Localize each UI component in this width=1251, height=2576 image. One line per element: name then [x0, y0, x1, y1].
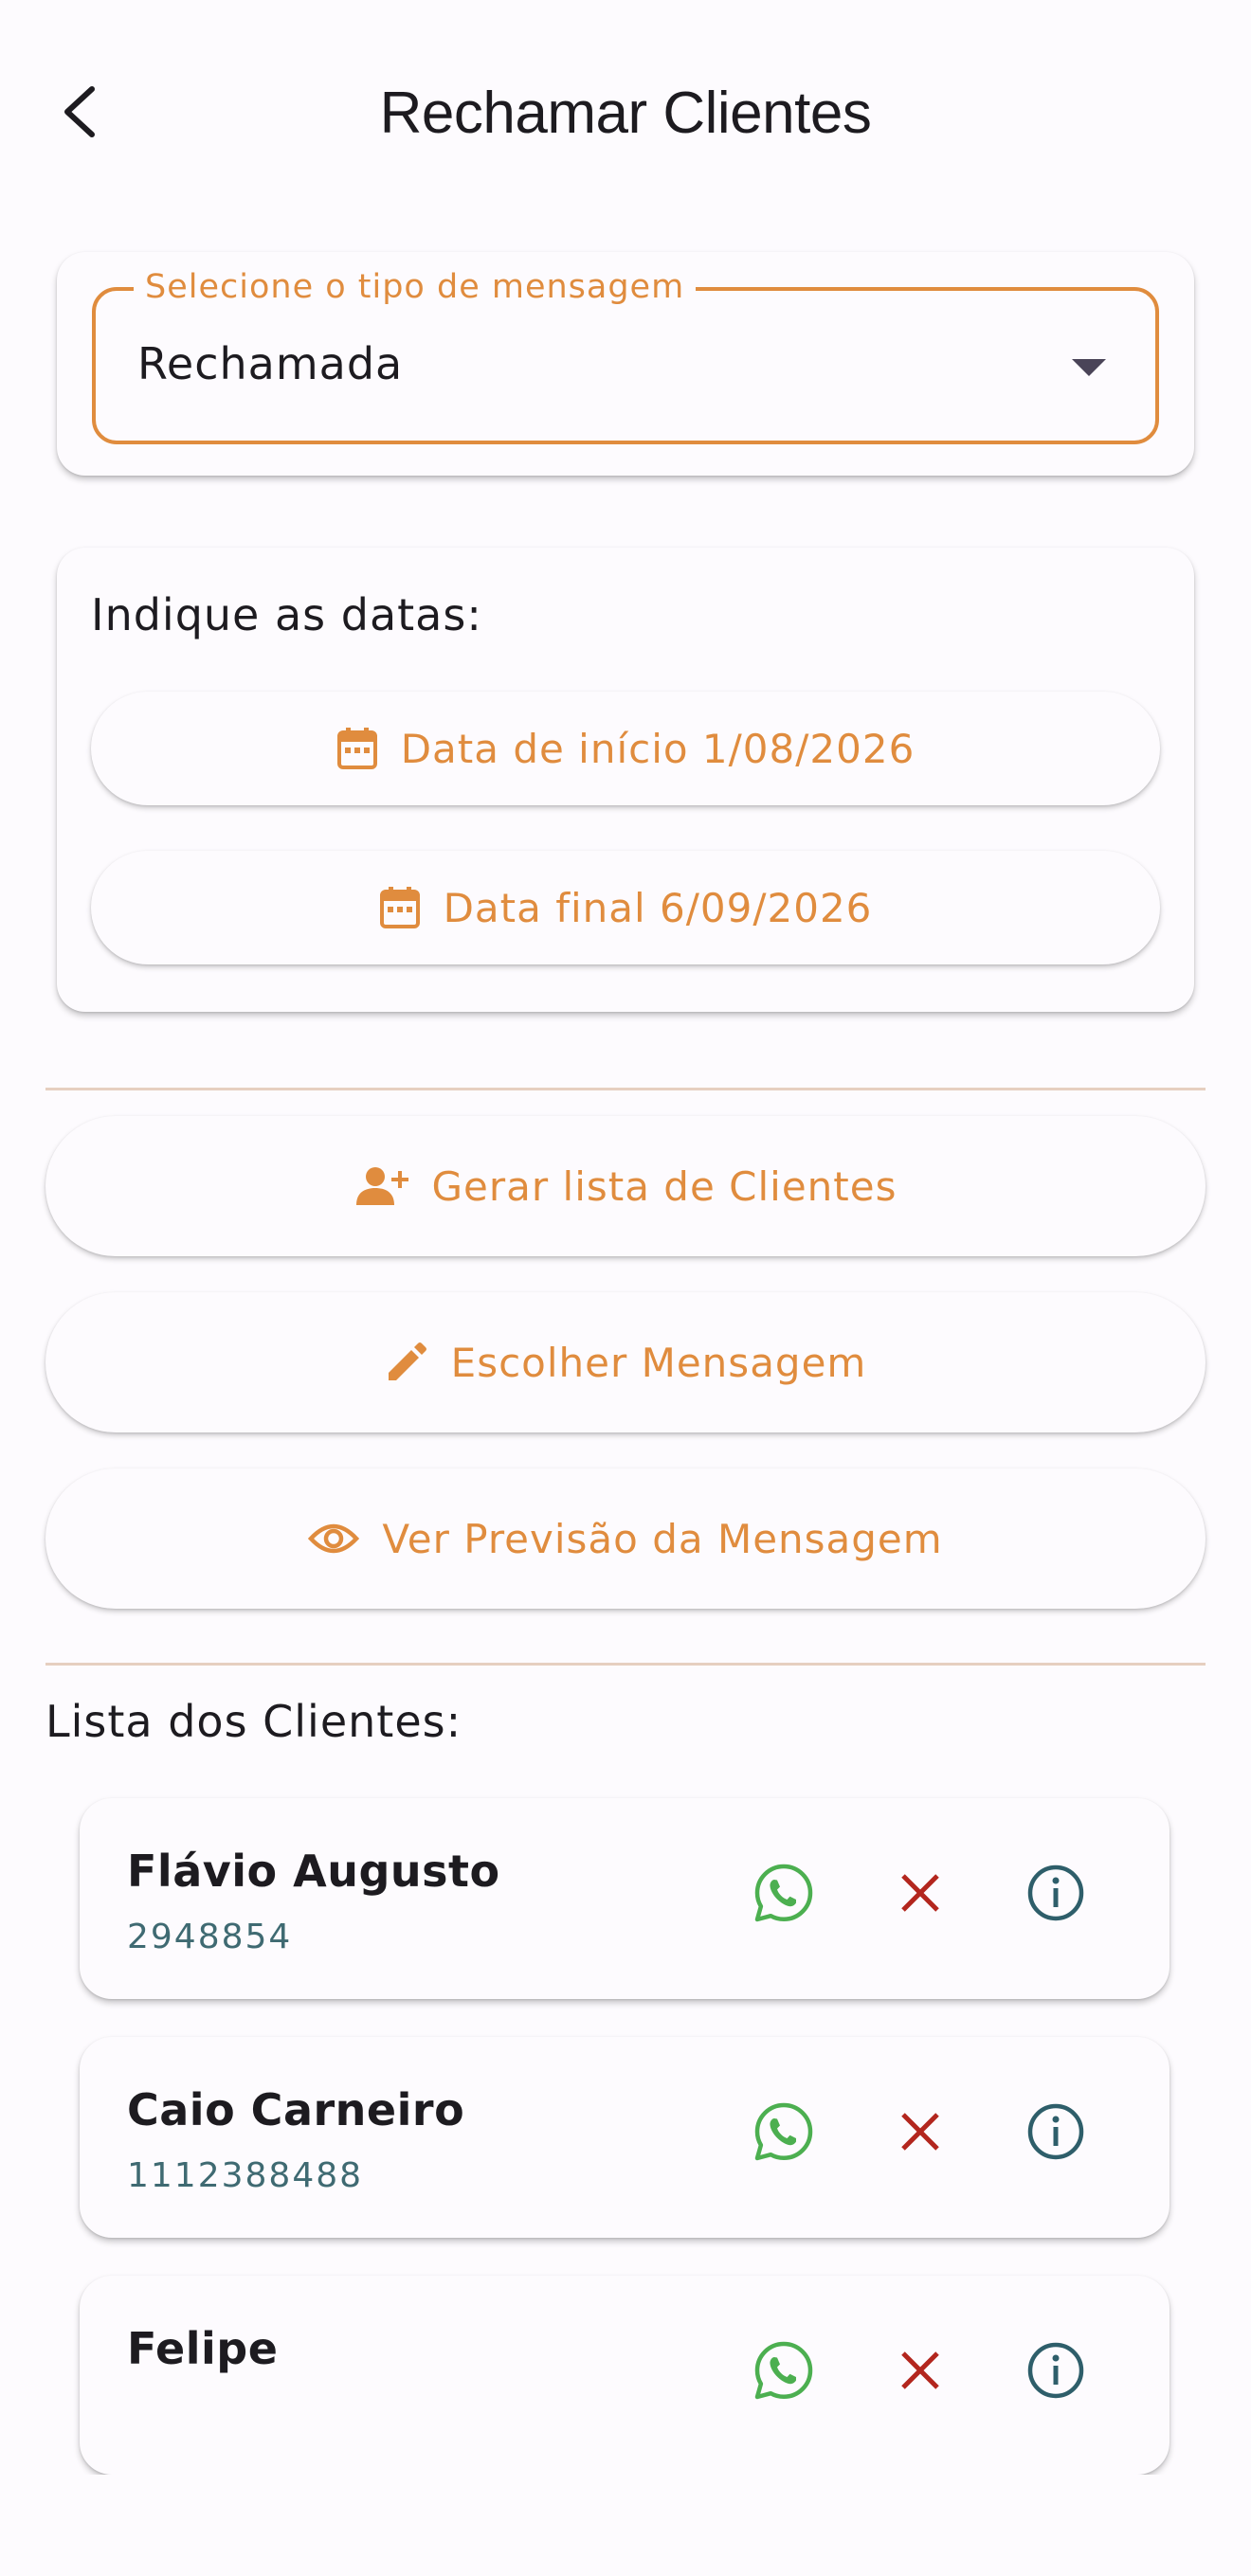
client-card: Flávio Augusto 2948854	[80, 1798, 1169, 1999]
message-type-value: Rechamada	[137, 338, 404, 389]
choose-message-label: Escolher Mensagem	[450, 1339, 867, 1386]
dates-label: Indique as datas:	[91, 589, 482, 640]
info-icon	[1027, 2342, 1084, 2399]
preview-message-label: Ver Previsão da Mensagem	[382, 1515, 943, 1562]
remove-client-button[interactable]	[873, 2084, 968, 2179]
person-add-icon	[355, 1167, 408, 1205]
client-phone: 2948854	[127, 1918, 293, 1956]
calendar-icon	[336, 728, 377, 769]
end-date-label: Data final 6/09/2026	[443, 884, 873, 931]
remove-client-button[interactable]	[873, 2323, 968, 2418]
message-type-label: Selecione o tipo de mensagem	[134, 268, 697, 306]
pencil-icon	[388, 1342, 426, 1380]
client-list-title: Lista dos Clientes:	[45, 1696, 462, 1747]
start-date-button[interactable]: Data de início 1/08/2026	[91, 692, 1160, 805]
preview-message-button[interactable]: Ver Previsão da Mensagem	[45, 1468, 1206, 1609]
page-title: Rechamar Clientes	[379, 81, 872, 146]
message-type-card: Selecione o tipo de mensagem Rechamada	[57, 252, 1194, 476]
client-info-button[interactable]	[1008, 2084, 1103, 2179]
close-icon	[901, 2351, 939, 2389]
info-icon	[1027, 2103, 1084, 2160]
client-name: Flávio Augusto	[127, 1846, 500, 1897]
client-card: Felipe	[80, 2276, 1169, 2475]
client-name: Caio Carneiro	[127, 2084, 465, 2135]
client-phone: 1112388488	[127, 2156, 364, 2195]
client-info-button[interactable]	[1008, 2323, 1103, 2418]
end-date-button[interactable]: Data final 6/09/2026	[91, 851, 1160, 964]
eye-icon	[308, 1523, 360, 1554]
calendar-icon	[379, 887, 420, 928]
whatsapp-button[interactable]	[736, 2084, 831, 2179]
divider	[45, 1663, 1206, 1666]
client-card: Caio Carneiro 1112388488	[80, 2037, 1169, 2238]
whatsapp-button[interactable]	[736, 1846, 831, 1940]
client-info-button[interactable]	[1008, 1846, 1103, 1940]
client-name: Felipe	[127, 2323, 279, 2374]
whatsapp-icon	[754, 1864, 813, 1922]
divider	[45, 1088, 1206, 1090]
remove-client-button[interactable]	[873, 1846, 968, 1940]
app-bar: Rechamar Clientes	[0, 0, 1251, 232]
close-icon	[901, 1874, 939, 1912]
choose-message-button[interactable]: Escolher Mensagem	[45, 1292, 1206, 1432]
whatsapp-icon	[754, 2102, 813, 2161]
whatsapp-icon	[754, 2341, 813, 2400]
start-date-label: Data de início 1/08/2026	[400, 725, 916, 772]
dropdown-arrow-icon	[1072, 359, 1106, 376]
info-icon	[1027, 1864, 1084, 1921]
close-icon	[901, 2113, 939, 2151]
generate-client-list-button[interactable]: Gerar lista de Clientes	[45, 1116, 1206, 1256]
bottom-area	[0, 2475, 1251, 2576]
generate-client-list-label: Gerar lista de Clientes	[431, 1162, 897, 1210]
dates-card: Indique as datas: Data de início 1/08/20…	[57, 548, 1194, 1012]
message-type-dropdown[interactable]: Selecione o tipo de mensagem Rechamada	[92, 268, 1159, 444]
whatsapp-button[interactable]	[736, 2323, 831, 2418]
app-screen: Rechamar Clientes Selecione o tipo de me…	[0, 0, 1251, 2576]
